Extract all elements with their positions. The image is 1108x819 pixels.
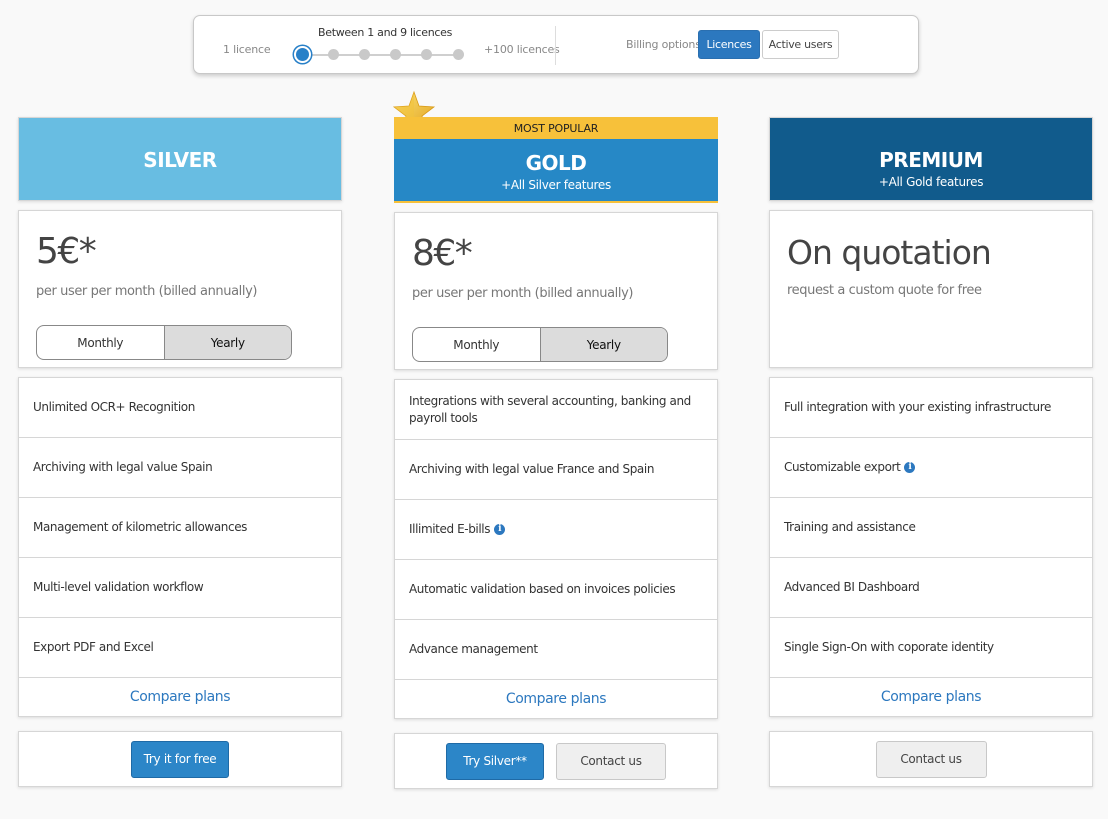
- slider-max-label: +100 licences: [484, 43, 560, 56]
- price-box-silver: 5€* per user per month (billed annually)…: [18, 210, 342, 368]
- plan-header-premium: PREMIUM +All Gold features: [769, 117, 1093, 201]
- feature-text: Integrations with several accounting, ba…: [409, 393, 691, 425]
- feature-text: Customizable export: [784, 460, 901, 474]
- feature-list-gold: Integrations with several accounting, ba…: [394, 379, 718, 719]
- slider-handle[interactable]: [293, 46, 311, 63]
- period-monthly-option[interactable]: Monthly: [37, 326, 164, 359]
- plan-header-silver: SILVER: [18, 117, 342, 201]
- feature-text: Full integration with your existing infr…: [784, 400, 1051, 414]
- feature-item: Unlimited OCR+ Recognition: [19, 378, 341, 438]
- feature-item: Archiving with legal value Spain: [19, 438, 341, 498]
- info-icon[interactable]: i: [494, 524, 506, 535]
- cta-box-silver: Try it for free: [18, 731, 342, 787]
- feature-item: Archiving with legal value France and Sp…: [395, 440, 717, 500]
- plan-name: SILVER: [143, 148, 217, 172]
- feature-text: Advanced BI Dashboard: [784, 580, 920, 594]
- feature-text: Archiving with legal value Spain: [33, 460, 213, 474]
- billing-licences-button[interactable]: Licences: [698, 30, 760, 59]
- feature-item: Advance management: [395, 620, 717, 680]
- billing-period-toggle: Monthly Yearly: [412, 327, 668, 362]
- contact-us-button[interactable]: Contact us: [556, 742, 666, 780]
- info-icon[interactable]: i: [904, 462, 916, 473]
- billing-active-users-button[interactable]: Active users: [762, 30, 839, 59]
- slider-step-dot[interactable]: [452, 49, 464, 60]
- feature-item: Training and assistance: [770, 498, 1092, 558]
- feature-text: Management of kilometric allowances: [33, 520, 248, 534]
- feature-list-premium: Full integration with your existing infr…: [769, 377, 1093, 717]
- feature-text: Training and assistance: [784, 520, 916, 534]
- feature-text: Unlimited OCR+ Recognition: [33, 400, 195, 414]
- plan-price: On quotation: [787, 233, 992, 272]
- most-popular-badge: MOST POPULAR: [394, 117, 718, 139]
- price-note: per user per month (billed annually): [36, 284, 258, 299]
- plan-subtitle: +All Gold features: [878, 175, 984, 189]
- feature-item: Automatic validation based on invoices p…: [395, 560, 717, 620]
- feature-item: Illimited E-bills i: [395, 500, 717, 560]
- feature-text: Automatic validation based on invoices p…: [409, 582, 676, 596]
- plan-price: 8€*: [412, 233, 473, 274]
- feature-item: Customizable export i: [770, 438, 1092, 498]
- billing-period-toggle: Monthly Yearly: [36, 325, 292, 360]
- feature-item: Export PDF and Excel: [19, 618, 341, 678]
- try-silver-button[interactable]: Try Silver**: [446, 742, 544, 780]
- feature-item: Full integration with your existing infr…: [770, 378, 1092, 438]
- slider-step-dot[interactable]: [390, 49, 402, 60]
- feature-item: Multi-level validation workflow: [19, 558, 341, 618]
- divider: [555, 26, 556, 65]
- period-yearly-option[interactable]: Yearly: [539, 328, 667, 361]
- feature-item: Integrations with several accounting, ba…: [395, 380, 717, 440]
- plan-name: GOLD: [525, 151, 587, 175]
- slider-step-dot[interactable]: [327, 49, 339, 60]
- contact-us-button[interactable]: Contact us: [875, 740, 987, 778]
- price-note: request a custom quote for free: [787, 283, 982, 298]
- slider-value-label: Between 1 and 9 licences: [318, 26, 453, 39]
- plan-subtitle: +All Silver features: [501, 178, 611, 192]
- billing-options-label: Billing options:: [626, 38, 705, 51]
- slider-min-label: 1 licence: [223, 43, 271, 56]
- price-box-premium: On quotation request a custom quote for …: [769, 210, 1093, 368]
- feature-text: Single Sign-On with coporate identity: [784, 640, 994, 654]
- price-note: per user per month (billed annually): [412, 286, 634, 301]
- plan-price: 5€*: [36, 231, 97, 272]
- compare-plans-link[interactable]: Compare plans: [770, 678, 1092, 716]
- feature-item: Management of kilometric allowances: [19, 498, 341, 558]
- feature-list-silver: Unlimited OCR+ Recognition Archiving wit…: [18, 377, 342, 717]
- licence-slider-track[interactable]: [302, 54, 458, 56]
- compare-plans-link[interactable]: Compare plans: [19, 678, 341, 716]
- try-free-button[interactable]: Try it for free: [131, 740, 229, 778]
- feature-text: Export PDF and Excel: [33, 640, 154, 654]
- cta-box-gold: Try Silver** Contact us: [394, 733, 718, 789]
- price-box-gold: 8€* per user per month (billed annually)…: [394, 212, 718, 370]
- compare-plans-link[interactable]: Compare plans: [395, 680, 717, 718]
- feature-item: Single Sign-On with coporate identity: [770, 618, 1092, 678]
- feature-text: Multi-level validation workflow: [33, 580, 204, 594]
- slider-step-dot[interactable]: [421, 49, 433, 60]
- feature-text: Archiving with legal value France and Sp…: [409, 462, 655, 476]
- plan-header-gold: GOLD +All Silver features: [394, 139, 718, 203]
- feature-item: Advanced BI Dashboard: [770, 558, 1092, 618]
- period-yearly-option[interactable]: Yearly: [163, 326, 291, 359]
- licence-selector-bar: 1 licence Between 1 and 9 licences +100 …: [193, 15, 919, 74]
- period-monthly-option[interactable]: Monthly: [413, 328, 540, 361]
- slider-step-dot[interactable]: [358, 49, 370, 60]
- plan-name: PREMIUM: [879, 148, 983, 172]
- cta-box-premium: Contact us: [769, 731, 1093, 787]
- feature-text: Advance management: [409, 642, 538, 656]
- feature-text: Illimited E-bills: [409, 522, 491, 536]
